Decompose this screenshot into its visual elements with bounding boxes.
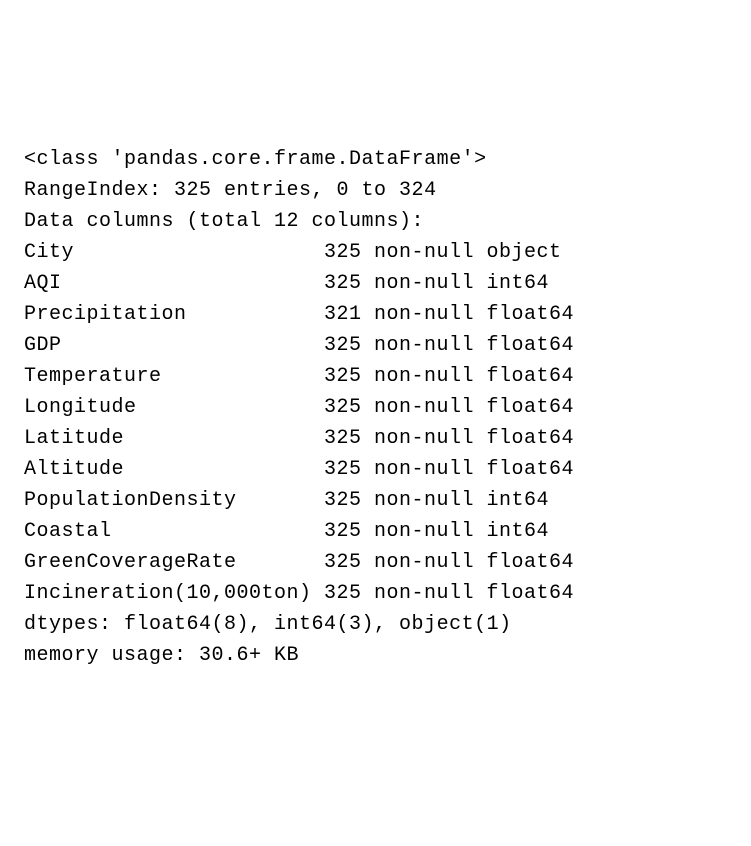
column-info: 325 non-null float64 [324,423,574,454]
column-row: GDP325 non-null float64 [24,330,727,361]
column-name: Temperature [24,361,324,392]
column-info: 325 non-null int64 [324,516,549,547]
column-row: Altitude325 non-null float64 [24,454,727,485]
column-row: GreenCoverageRate325 non-null float64 [24,547,727,578]
column-name: Latitude [24,423,324,454]
column-info: 321 non-null float64 [324,299,574,330]
column-row: Latitude325 non-null float64 [24,423,727,454]
column-row: Longitude325 non-null float64 [24,392,727,423]
column-name: City [24,237,324,268]
column-row: AQI325 non-null int64 [24,268,727,299]
column-name: Coastal [24,516,324,547]
column-row: Coastal325 non-null int64 [24,516,727,547]
column-name: GDP [24,330,324,361]
class-line: <class 'pandas.core.frame.DataFrame'> [24,144,727,175]
column-row: PopulationDensity325 non-null int64 [24,485,727,516]
column-info: 325 non-null float64 [324,454,574,485]
column-name: GreenCoverageRate [24,547,324,578]
column-name: Precipitation [24,299,324,330]
column-name: Longitude [24,392,324,423]
column-info: 325 non-null int64 [324,268,549,299]
rangeindex-line: RangeIndex: 325 entries, 0 to 324 [24,175,727,206]
column-info: 325 non-null int64 [324,485,549,516]
column-name: PopulationDensity [24,485,324,516]
dataframe-info-output: <class 'pandas.core.frame.DataFrame'>Ran… [24,144,727,671]
dtypes-line: dtypes: float64(8), int64(3), object(1) [24,609,727,640]
column-row: Precipitation321 non-null float64 [24,299,727,330]
column-info: 325 non-null float64 [324,330,574,361]
memory-usage-line: memory usage: 30.6+ KB [24,640,727,671]
column-info: 325 non-null object [324,237,562,268]
column-row: City325 non-null object [24,237,727,268]
column-info: 325 non-null float64 [324,361,574,392]
column-row: Temperature325 non-null float64 [24,361,727,392]
column-name: AQI [24,268,324,299]
datacolumns-line: Data columns (total 12 columns): [24,206,727,237]
column-info: 325 non-null float64 [324,547,574,578]
column-name: Altitude [24,454,324,485]
column-info: 325 non-null float64 [324,392,574,423]
